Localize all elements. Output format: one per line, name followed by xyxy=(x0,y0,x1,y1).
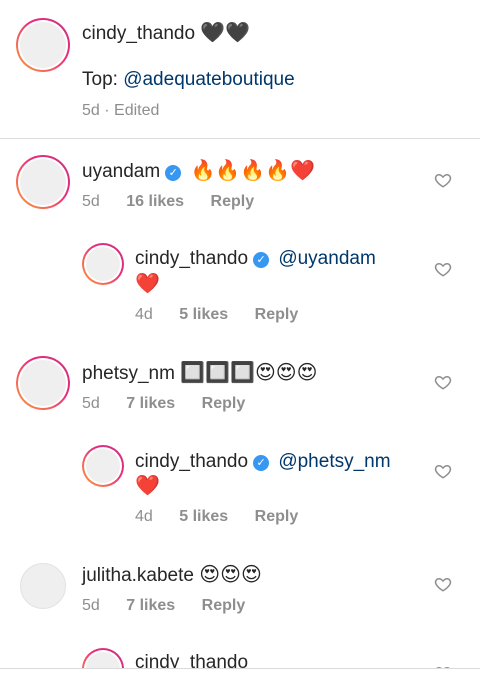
reply-username[interactable]: cindy_thando xyxy=(135,248,248,269)
caption-text: Top: xyxy=(82,69,124,90)
comment-username[interactable]: julitha.kabete xyxy=(82,565,194,586)
comment-time: 4d xyxy=(135,508,153,525)
reply-button[interactable]: Reply xyxy=(202,395,246,412)
comment-text: 🔥🔥🔥🔥❤️ xyxy=(190,158,315,182)
caption-username-emoji: 🖤🖤 xyxy=(200,20,251,44)
reply-username[interactable]: cindy_thando xyxy=(135,451,248,472)
comment-likes[interactable]: 7 likes xyxy=(126,395,175,412)
comment-likes[interactable]: 5 likes xyxy=(179,306,228,323)
caption-mention[interactable]: @adequateboutique xyxy=(123,69,294,90)
verified-badge-icon: ✓ xyxy=(253,252,270,268)
reply-button[interactable]: Reply xyxy=(255,508,299,525)
heart-outline-icon[interactable] xyxy=(434,260,452,278)
caption-username[interactable]: cindy_thando xyxy=(82,23,195,44)
divider xyxy=(0,138,480,139)
comment-time: 4d xyxy=(135,306,153,323)
avatar[interactable] xyxy=(16,18,70,72)
verified-badge-icon: ✓ xyxy=(165,165,182,181)
heart-outline-icon[interactable] xyxy=(434,373,452,391)
avatar[interactable] xyxy=(82,648,124,668)
comment-text: 😍😍😍 xyxy=(199,562,262,586)
reply-text: ❤️ xyxy=(135,473,160,497)
heart-outline-icon[interactable] xyxy=(434,462,452,480)
comment-time: 5d xyxy=(82,395,100,412)
caption-time: 5d xyxy=(82,102,100,119)
reply-mention[interactable]: @uyandam xyxy=(278,248,375,269)
caption-meta: 5d · Edited xyxy=(82,102,159,120)
reply-button[interactable]: Reply xyxy=(211,193,255,210)
avatar[interactable] xyxy=(16,155,70,209)
verified-badge-icon: ✓ xyxy=(253,455,270,471)
comment-time: 5d xyxy=(82,597,100,614)
reply-text: ❤️ xyxy=(135,271,160,295)
avatar[interactable] xyxy=(20,563,66,609)
heart-outline-icon[interactable] xyxy=(434,575,452,593)
reply-item: cindy_thando xyxy=(0,640,480,668)
divider xyxy=(0,668,480,669)
comment-likes[interactable]: 16 likes xyxy=(126,193,184,210)
post-caption: cindy_thando 🖤🖤 Top: @adequateboutique 5… xyxy=(0,0,480,138)
reply-button[interactable]: Reply xyxy=(255,306,299,323)
reply-button[interactable]: Reply xyxy=(202,597,246,614)
reply-username[interactable]: cindy_thando xyxy=(135,652,248,668)
comment-username[interactable]: phetsy_nm xyxy=(82,363,175,384)
comment-likes[interactable]: 7 likes xyxy=(126,597,175,614)
caption-edited: · Edited xyxy=(104,102,160,119)
reply-mention[interactable]: @phetsy_nm xyxy=(278,451,390,472)
heart-outline-icon[interactable] xyxy=(434,171,452,189)
avatar[interactable] xyxy=(16,356,70,410)
avatar[interactable] xyxy=(82,243,124,285)
comment-username[interactable]: uyandam xyxy=(82,161,160,182)
comment-text: 🔲🔲🔲😍😍😍 xyxy=(180,360,318,384)
avatar[interactable] xyxy=(82,445,124,487)
comment-time: 5d xyxy=(82,193,100,210)
comment-likes[interactable]: 5 likes xyxy=(179,508,228,525)
